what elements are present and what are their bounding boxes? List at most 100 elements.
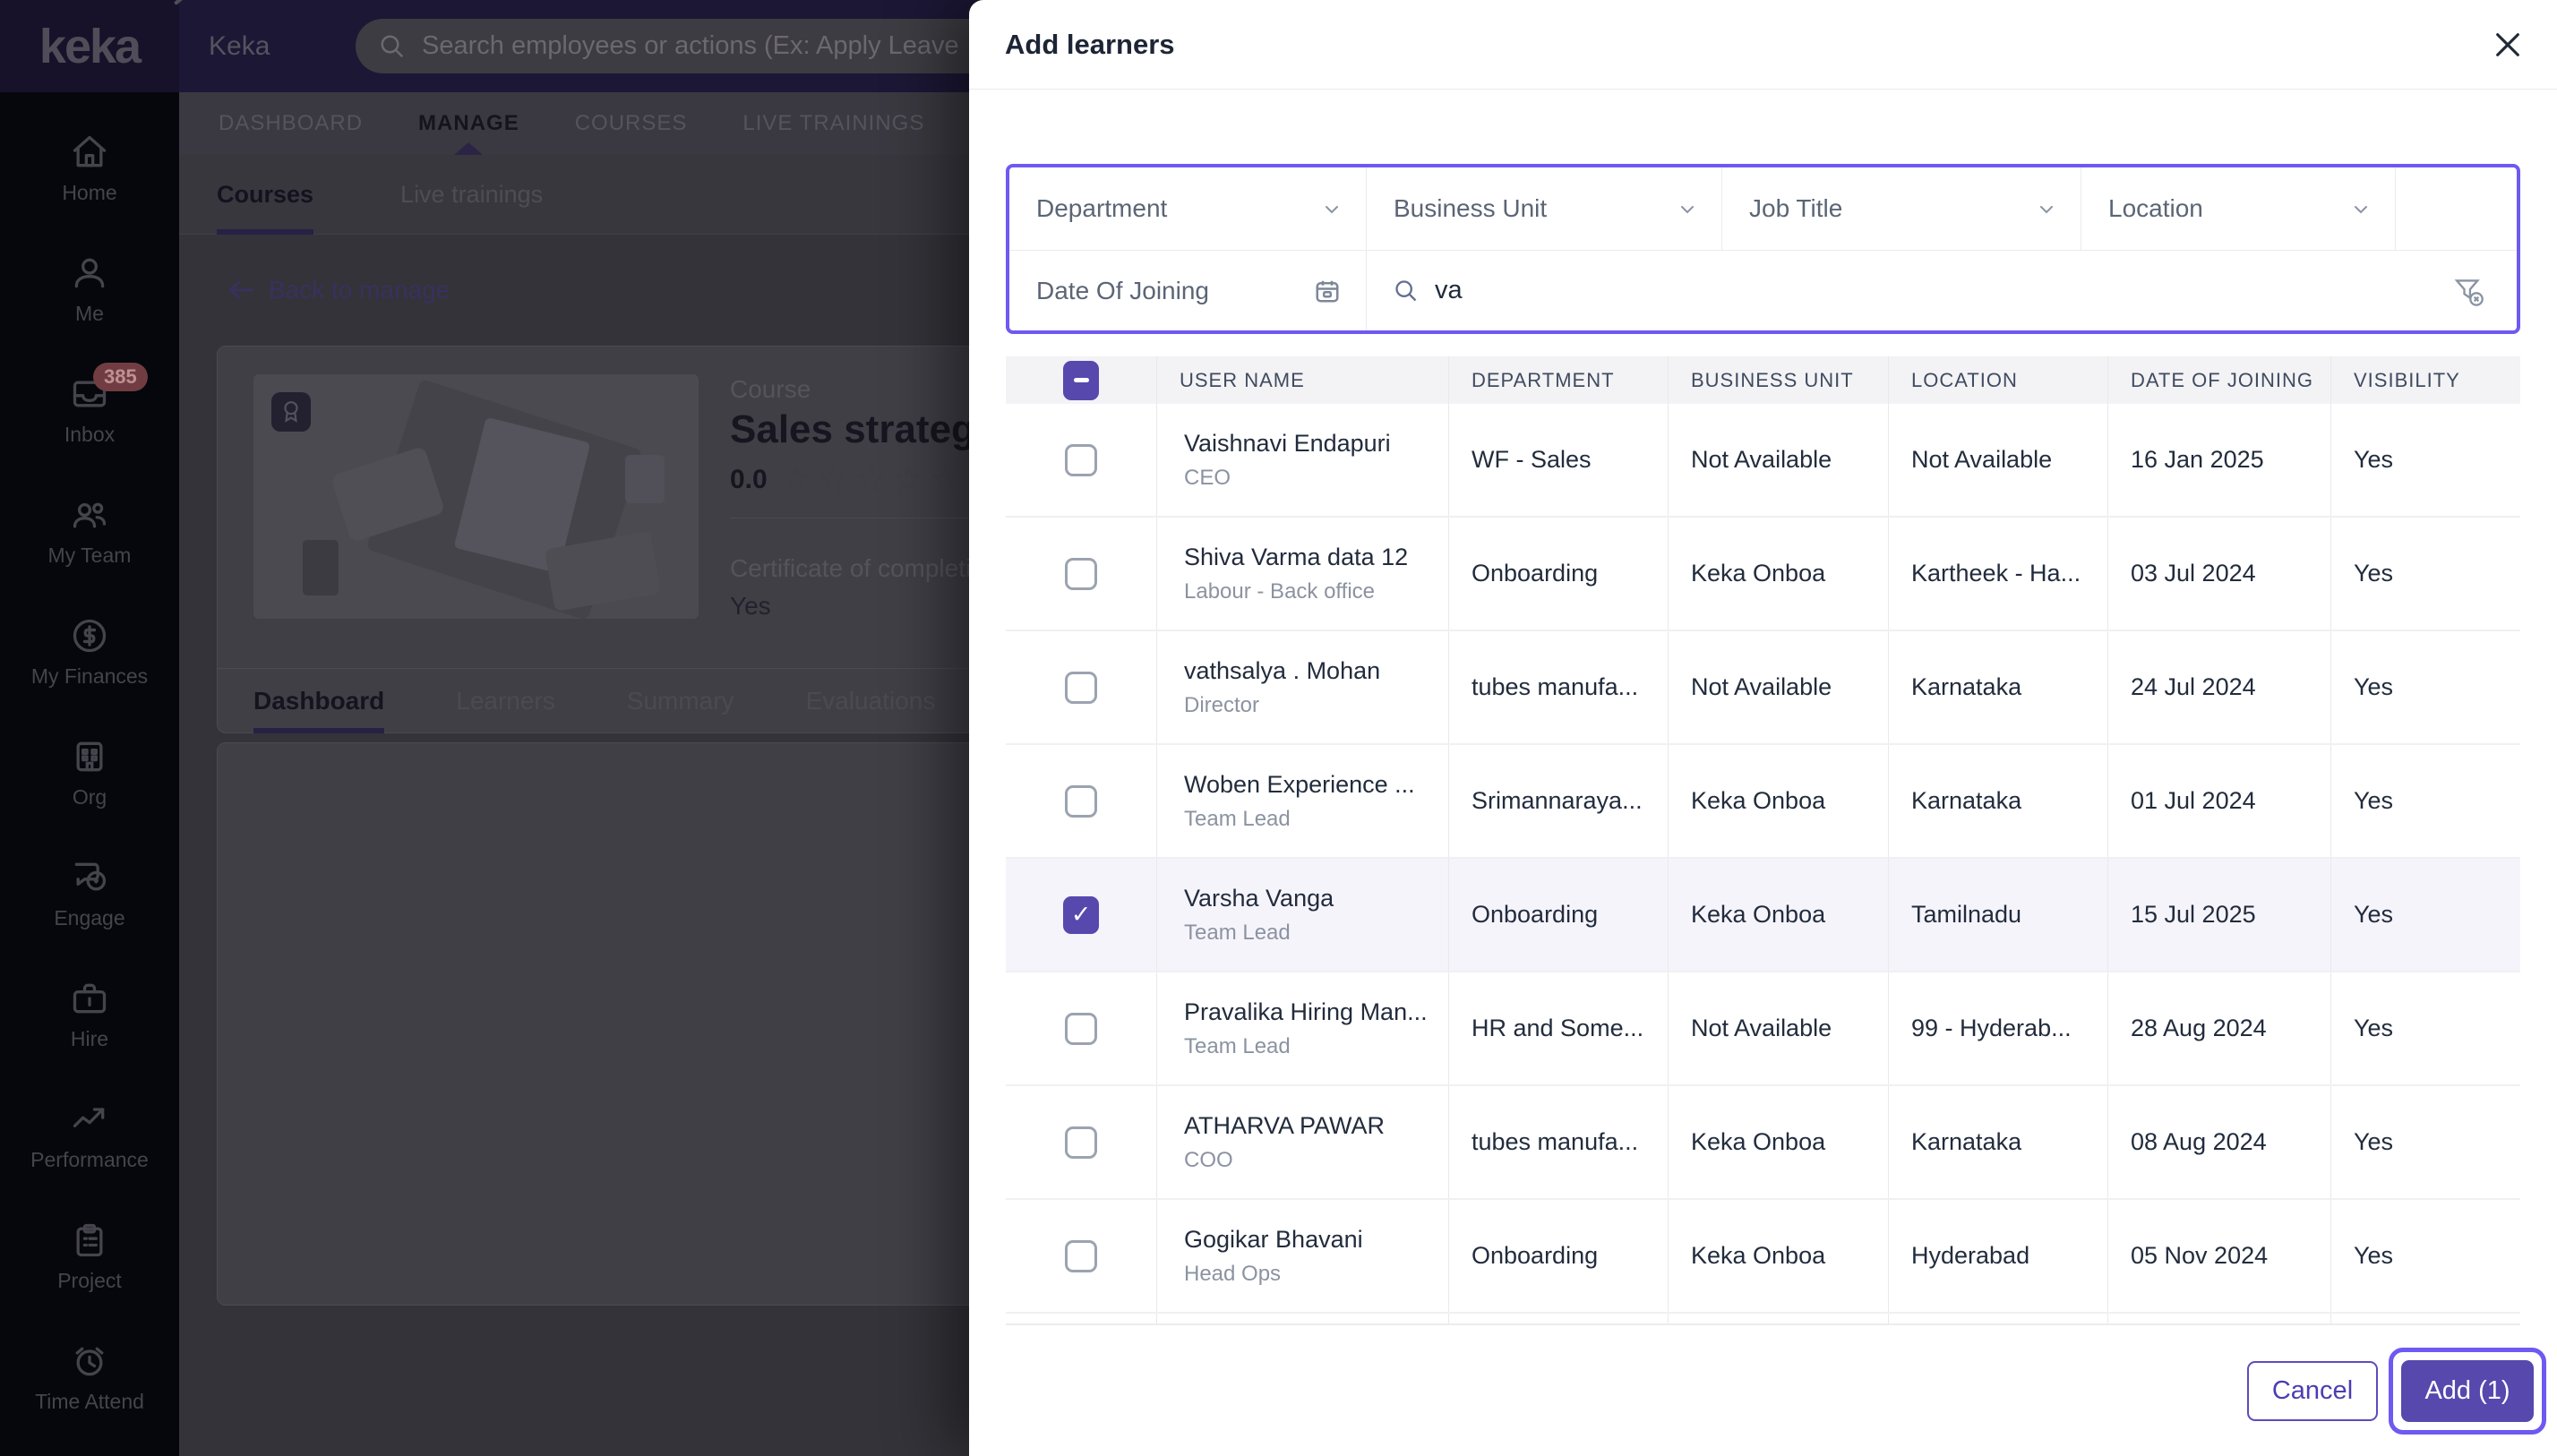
visibility-cell: Yes [2354,901,2394,928]
table-row[interactable]: Vaishnavi Endapuri CEO WF - Sales Not Avail… [1006,404,2520,518]
modal-header: Add learners [969,0,2557,90]
keka-logo[interactable]: keka [0,0,183,92]
certificate-badge-icon [271,392,311,432]
table-row[interactable]: Pravalika Hiring Man... Team Lead HR and S… [1006,972,2520,1086]
tab-manage[interactable]: MANAGE [418,92,519,155]
row-checkbox[interactable] [1065,557,1097,590]
business-unit-filter-dropdown[interactable]: Business Unit [1367,167,1722,250]
learner-search-input[interactable] [1435,276,2436,305]
tab-label: LIVE TRAININGS [742,111,925,135]
clear-filters-icon[interactable] [2452,275,2484,307]
table-row[interactable]: vathsalya . Mohan Director tubes manufa...… [1006,631,2520,745]
sidebar-item-performance[interactable]: Performance [0,1075,179,1196]
tab-label: COURSES [574,111,688,135]
row-checkbox[interactable] [1065,1126,1097,1159]
table-row[interactable]: ATHARVA PAWAR COO tubes manufa... Keka Onbo… [1006,1086,2520,1200]
select-all-checkbox[interactable] [1063,360,1099,400]
global-search[interactable] [356,19,994,73]
row-checkbox[interactable] [1065,1239,1097,1272]
modal-footer: Cancel Add (1) [2247,1348,2546,1435]
course-tab-summary[interactable]: Summary [627,669,734,733]
date-of-joining-filter[interactable]: Date Of Joining [1009,251,1367,330]
column-header-department[interactable]: DEPARTMENT [1449,356,1669,404]
subtab-live-trainings[interactable]: Live trainings [400,155,543,235]
me-icon [70,253,109,293]
department-cell: WF - Sales [1449,404,1669,516]
learner-search [1367,251,2517,330]
cancel-button[interactable]: Cancel [2247,1361,2378,1421]
column-header-business-unit[interactable]: BUSINESS UNIT [1669,356,1889,404]
location-filter-dropdown[interactable]: Location [2081,167,2396,250]
user-role: Labour - Back office [1184,578,1376,604]
course-thumbnail [253,374,699,619]
course-tab-learners[interactable]: Learners [456,669,555,733]
location-cell: Karnataka [1889,631,2108,743]
sidebar-item-label: Engage [54,906,125,929]
filter-label: Location [2108,194,2203,222]
user-cell: Varsha Vanga Team Lead [1157,859,1449,971]
sidebar-item-hire[interactable]: Hire [0,955,179,1075]
my-finances-icon [70,616,109,655]
user-role: Team Lead [1184,920,1291,945]
department-cell: Srimannaraya... [1449,745,1669,857]
app-title: Keka [209,30,270,61]
column-header-date-of-joining[interactable]: DATE OF JOINING [2108,356,2331,404]
sidebar-item-org[interactable]: Org [0,713,179,834]
user-role: CEO [1184,465,1231,490]
sidebar-item-my-team[interactable]: My Team [0,471,179,592]
sidebar-item-home[interactable]: Home [0,108,179,229]
back-to-manage-link[interactable]: Back to manage [227,276,450,304]
sidebar-item-me[interactable]: Me [0,229,179,350]
department-filter-dropdown[interactable]: Department [1009,167,1367,250]
tab-courses[interactable]: COURSES [575,92,688,155]
department-cell: HR and Some... [1449,972,1669,1084]
row-checkbox[interactable]: ✓ [1063,895,1099,934]
user-name: Varsha Vanga [1184,884,1334,912]
global-search-input[interactable] [422,31,959,61]
business-unit-cell: Keka Onboa [1669,1086,1889,1198]
subtab-courses[interactable]: Courses [217,155,314,235]
column-header-user-name[interactable]: USER NAME [1157,356,1449,404]
department-cell: Onboarding [1449,859,1669,971]
date-of-joining-cell: 08 Aug 2024 [2108,1086,2331,1198]
sidebar-item-my-finances[interactable]: My Finances [0,592,179,713]
date-of-joining-cell: 03 Jul 2024 [2108,518,2331,630]
column-header-visibility[interactable]: VISIBILITY [2331,356,2520,404]
sidebar-item-inbox[interactable]: Inbox 385 [0,350,179,471]
business-unit-cell: Keka Onboa [1669,1200,1889,1312]
table-row[interactable]: Woben Experience ... Team Lead Srimannaray… [1006,745,2520,859]
sidebar-item-label: My Team [47,544,132,567]
close-icon[interactable] [2493,30,2523,60]
table-row[interactable]: Gogikar Bhavani Head Ops Onboarding Keka On… [1006,1200,2520,1314]
add-button-focus-ring[interactable]: Add (1) [2389,1348,2546,1435]
visibility-cell: Yes [2354,787,2394,814]
column-header-location[interactable]: LOCATION [1889,356,2108,404]
row-checkbox[interactable] [1065,1012,1097,1045]
chevron-down-icon [2036,198,2057,219]
user-role: Team Lead [1184,1033,1291,1058]
inbox-count-badge: 385 [93,363,148,391]
course-tab-dashboard[interactable]: Dashboard [253,669,385,733]
tab-live-trainings[interactable]: LIVE TRAININGS [742,92,924,155]
user-name: Woben Experience ... [1184,770,1415,798]
sidebar-item-project[interactable]: Project [0,1196,179,1317]
row-checkbox[interactable] [1065,784,1097,818]
tab-dashboard[interactable]: DASHBOARD [219,92,363,155]
department-cell: tubes manufa... [1449,631,1669,743]
sidebar-item-engage[interactable]: Engage [0,834,179,955]
add-button[interactable]: Add (1) [2401,1360,2534,1422]
modal-title: Add learners [1005,28,1175,60]
table-row[interactable]: ✓ Varsha Vanga Team Lead Onboarding Keka Onb… [1006,859,2520,972]
user-name: ATHARVA PAWAR [1184,1111,1386,1139]
sidebar-item-time-attend[interactable]: Time Attend [0,1317,179,1438]
illustration-mug [625,455,665,503]
row-checkbox[interactable] [1065,671,1097,704]
table-row[interactable]: Shiva Varma data 12 Labour - Back office O… [1006,518,2520,631]
course-tab-evaluations[interactable]: Evaluations [806,669,936,733]
visibility-cell: Yes [2354,560,2394,587]
row-checkbox[interactable] [1065,443,1097,476]
add-learners-modal: Add learners Department Business Unit Jo… [969,0,2557,1456]
job-title-filter-dropdown[interactable]: Job Title [1722,167,2081,250]
department-cell: Onboarding [1449,518,1669,630]
table-header-row: USER NAME DEPARTMENT BUSINESS UNIT LOCATION… [1006,356,2520,404]
